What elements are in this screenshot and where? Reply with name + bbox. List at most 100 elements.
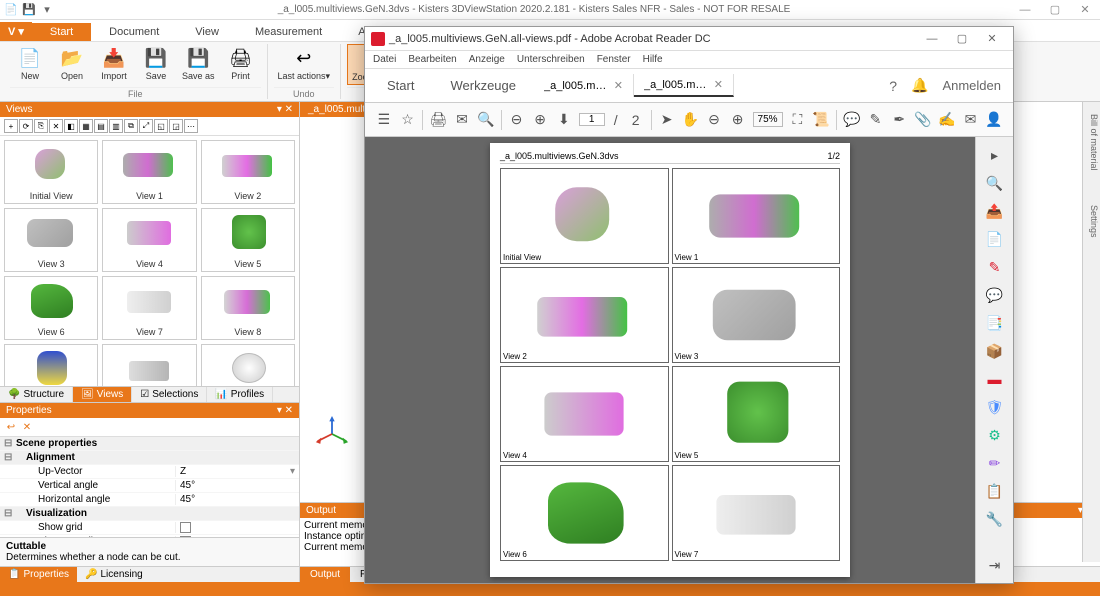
views-panel-pin-icon[interactable]: ▾ ✕ bbox=[277, 104, 293, 115]
qat-icon-1[interactable]: 📄 bbox=[4, 3, 18, 17]
view-thumbnail[interactable]: View 8 bbox=[201, 276, 295, 340]
adobe-minimize-icon[interactable]: — bbox=[917, 28, 947, 50]
properties-tool-icon[interactable]: ✕ bbox=[20, 420, 34, 434]
adobe-tab-close-icon[interactable]: ✕ bbox=[614, 79, 623, 92]
right-dock-tab[interactable]: Settings bbox=[1083, 203, 1100, 240]
adobe-star-icon[interactable]: ☆ bbox=[399, 111, 417, 128]
adobe-export-icon[interactable]: 📤 bbox=[983, 199, 1007, 223]
properties-tab-properties[interactable]: 📋Properties bbox=[0, 567, 77, 582]
adobe-collapse-icon[interactable]: ▸ bbox=[983, 143, 1007, 167]
saveas-button[interactable]: 💾Save as bbox=[178, 44, 219, 83]
views-tool-icon[interactable]: ◧ bbox=[64, 119, 78, 133]
adobe-document-tab[interactable]: _a_l005.multiviews.…✕ bbox=[634, 74, 734, 97]
adobe-page-view[interactable]: _a_l005.multiviews.GeN.3dvs 1/2 Initial … bbox=[365, 137, 975, 583]
views-tool-icon[interactable]: ⧉ bbox=[124, 119, 138, 133]
property-row[interactable]: ⊟Scene properties bbox=[0, 437, 299, 451]
right-dock-tab[interactable]: Bill of material bbox=[1083, 112, 1100, 173]
adobe-combine-icon[interactable]: 📑 bbox=[983, 311, 1007, 335]
adobe-comment-icon[interactable]: 💬 bbox=[843, 111, 861, 128]
adobe-search2-icon[interactable]: 🔍 bbox=[983, 171, 1007, 195]
adobe-menu-item[interactable]: Fenster bbox=[597, 54, 631, 65]
ribbon-tab-view[interactable]: View bbox=[177, 23, 237, 41]
view-thumbnail[interactable]: View 3 bbox=[4, 208, 98, 272]
adobe-close-icon[interactable]: ✕ bbox=[977, 28, 1007, 50]
adobe-sendto-icon[interactable]: ⇥ bbox=[983, 553, 1007, 577]
adobe-mail-icon[interactable]: ✉ bbox=[453, 111, 471, 128]
property-row[interactable]: ⊟Alignment bbox=[0, 451, 299, 465]
views-tool-icon[interactable]: ⤢ bbox=[139, 119, 153, 133]
adobe-help-icon[interactable]: ? bbox=[889, 78, 897, 94]
view-thumbnail[interactable]: View 5 bbox=[201, 208, 295, 272]
print-button[interactable]: 🖨Print bbox=[221, 44, 261, 83]
adobe-fit-icon[interactable]: ⛶ bbox=[789, 111, 807, 128]
views-tool-icon[interactable]: ▥ bbox=[109, 119, 123, 133]
new-button[interactable]: 📄New bbox=[10, 44, 50, 83]
import-button[interactable]: 📥Import bbox=[94, 44, 134, 83]
adobe-print-icon[interactable]: 🖨 bbox=[429, 111, 447, 128]
property-row[interactable]: Up-VectorZ ▾ bbox=[0, 465, 299, 479]
adobe-menu-item[interactable]: Unterschreiben bbox=[517, 54, 585, 65]
adobe-home-tab[interactable]: Start bbox=[369, 72, 432, 99]
bottom-tab-profiles[interactable]: 📊Profiles bbox=[207, 387, 273, 402]
views-tool-icon[interactable]: ▤ bbox=[94, 119, 108, 133]
adobe-signin-button[interactable]: Anmelden bbox=[942, 78, 1001, 93]
view-thumbnail[interactable]: View 10 bbox=[102, 344, 196, 386]
views-tool-icon[interactable]: ⎘ bbox=[34, 119, 48, 133]
adobe-pointer-icon[interactable]: ➤ bbox=[658, 111, 676, 128]
adobe-download-icon[interactable]: ⬇ bbox=[555, 111, 573, 128]
view-thumbnail[interactable]: View 11 bbox=[201, 344, 295, 386]
adobe-tools-icon[interactable]: 🔧 bbox=[983, 507, 1007, 531]
adobe-zoomin2-icon[interactable]: ⊕ bbox=[729, 111, 747, 128]
last-button[interactable]: ↩Last actions▾ bbox=[274, 44, 335, 83]
views-tool-icon[interactable]: ⟳ bbox=[19, 119, 33, 133]
property-row[interactable]: Vertical angle45° bbox=[0, 479, 299, 493]
view-thumbnail[interactable]: Initial View bbox=[4, 140, 98, 204]
ribbon-tab-document[interactable]: Document bbox=[91, 23, 177, 41]
brand-tab[interactable]: V ▾ bbox=[0, 22, 32, 41]
view-thumbnail[interactable]: View 1 bbox=[102, 140, 196, 204]
close-icon[interactable]: ✕ bbox=[1070, 0, 1100, 20]
adobe-sign-icon[interactable]: ✒ bbox=[890, 111, 908, 128]
adobe-user-icon[interactable]: 👤 bbox=[985, 111, 1003, 128]
qat-icon-2[interactable]: 💾 bbox=[22, 3, 36, 17]
adobe-comment2-icon[interactable]: 💬 bbox=[983, 283, 1007, 307]
view-thumbnail[interactable]: View 4 bbox=[102, 208, 196, 272]
view-thumbnail[interactable]: View 9 bbox=[4, 344, 98, 386]
property-row[interactable]: Horizontal angle45° bbox=[0, 493, 299, 507]
property-row[interactable]: ⊟Visualization bbox=[0, 507, 299, 521]
bottom-tab-structure[interactable]: 🌳Structure bbox=[0, 387, 73, 402]
view-thumbnail[interactable]: View 2 bbox=[201, 140, 295, 204]
adobe-menu-item[interactable]: Anzeige bbox=[469, 54, 505, 65]
open-button[interactable]: 📂Open bbox=[52, 44, 92, 83]
adobe-zoomin-icon[interactable]: ⊕ bbox=[531, 111, 549, 128]
maximize-icon[interactable]: ▢ bbox=[1040, 0, 1070, 20]
property-row[interactable]: Show grid bbox=[0, 521, 299, 535]
adobe-zoomout2-icon[interactable]: ⊖ bbox=[705, 111, 723, 128]
adobe-compress-icon[interactable]: 📦 bbox=[983, 339, 1007, 363]
adobe-menu-item[interactable]: Datei bbox=[373, 54, 396, 65]
save-button[interactable]: 💾Save bbox=[136, 44, 176, 83]
bottom-tab-selections[interactable]: ☑Selections bbox=[132, 387, 207, 402]
adobe-menu-item[interactable]: Bearbeiten bbox=[408, 54, 456, 65]
adobe-signature-icon[interactable]: ✍ bbox=[938, 111, 956, 128]
view-thumbnail[interactable]: View 6 bbox=[4, 276, 98, 340]
view-thumbnail[interactable]: View 7 bbox=[102, 276, 196, 340]
views-tool-icon[interactable]: ◲ bbox=[169, 119, 183, 133]
adobe-more-icon[interactable]: 📋 bbox=[983, 479, 1007, 503]
views-tool-icon[interactable]: + bbox=[4, 119, 18, 133]
ribbon-tab-measurement[interactable]: Measurement bbox=[237, 23, 340, 41]
views-tool-icon[interactable]: ◱ bbox=[154, 119, 168, 133]
adobe-search-icon[interactable]: 🔍 bbox=[477, 111, 495, 128]
views-tool-icon[interactable]: ▦ bbox=[79, 119, 93, 133]
ribbon-tab-start[interactable]: Start bbox=[32, 23, 91, 41]
properties-tool-icon[interactable]: ↩ bbox=[4, 420, 18, 434]
adobe-redact-icon[interactable]: ▬ bbox=[983, 367, 1007, 391]
adobe-fill-icon[interactable]: ✏ bbox=[983, 451, 1007, 475]
views-tool-icon[interactable]: ⋯ bbox=[184, 119, 198, 133]
bottom-tab-views[interactable]: 🖼Views bbox=[73, 387, 132, 402]
adobe-maximize-icon[interactable]: ▢ bbox=[947, 28, 977, 50]
minimize-icon[interactable]: — bbox=[1010, 0, 1040, 20]
properties-pin-icon[interactable]: ▾ ✕ bbox=[277, 405, 293, 416]
axis-gizmo-icon[interactable] bbox=[314, 416, 350, 452]
properties-tree[interactable]: ⊟Scene properties⊟AlignmentUp-VectorZ ▾V… bbox=[0, 437, 299, 537]
